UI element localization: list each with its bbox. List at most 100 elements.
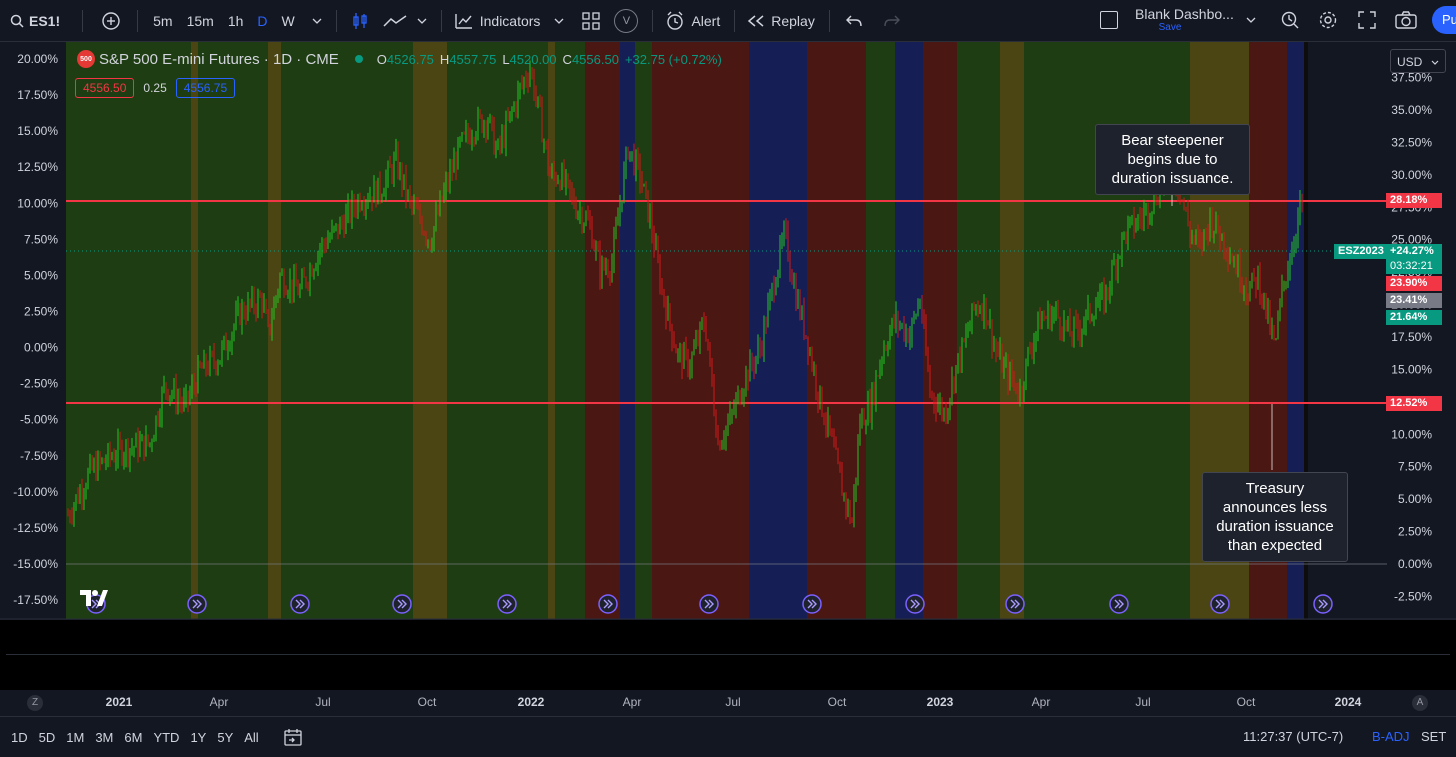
auto-scale-button[interactable]: A [1412,695,1428,711]
left-axis-tick: -17.50% [13,593,58,607]
range-ytd[interactable]: YTD [153,730,179,745]
legend-c-value: 4556.50 [571,51,619,67]
symbol-label: ES1! [29,12,61,29]
interval-selector: 5m 15m 1h D W [146,0,302,41]
time-label: 2023 [926,695,954,709]
lower-line-tag: 12.52% [1386,396,1442,411]
currency-selector[interactable]: USD [1390,49,1446,73]
regime-band [895,42,923,619]
publish-button[interactable]: Pu [1432,6,1456,34]
calendar-goto-icon[interactable] [283,727,303,747]
chart-legend: 500 S&P 500 E-mini Futures · 1D · CME O … [77,50,722,68]
range-all[interactable]: All [244,730,258,745]
replay-button[interactable]: Replay [747,0,815,41]
symbol-logo: 500 [77,50,95,68]
quick-search-icon[interactable] [1280,10,1300,30]
indicators-icon [455,13,472,29]
fullscreen-icon[interactable] [1358,11,1376,29]
last-price-tag: +24.27% [1386,244,1442,259]
currency-label: USD [1397,55,1423,69]
range-5y[interactable]: 5Y [217,730,233,745]
v-badge[interactable]: V [614,8,639,33]
right-axis-tick: 2.50% [1398,525,1432,539]
layout-name[interactable]: Blank Dashbo... Save [1135,6,1245,33]
time-axis[interactable]: Z 2021 Apr Jul Oct 2022 Apr Jul Oct 2023 Apr Jul Oc… [0,690,1456,716]
legend-title[interactable]: S&P 500 E-mini Futures · 1D · CME [99,51,339,68]
divider [828,9,830,32]
interval-1h[interactable]: 1h [228,13,244,29]
range-6m[interactable]: 6M [124,730,142,745]
chevron-down-icon[interactable] [1246,17,1256,23]
regime-band [957,42,1000,619]
left-axis-tick: 15.00% [17,124,58,138]
left-axis-tick: 7.50% [24,232,58,246]
legend-h-value: 4557.75 [449,51,497,67]
chevron-down-icon[interactable] [312,18,322,24]
divider [82,9,84,32]
alert-button[interactable]: Alert [665,0,720,41]
range-1y[interactable]: 1Y [190,730,206,745]
treasury-note[interactable]: Treasury announces less duration issuanc… [1202,472,1348,562]
left-axis-tick: 10.00% [17,196,58,210]
range-1d[interactable]: 1D [11,730,28,745]
candles-icon[interactable] [351,11,369,31]
interval-d[interactable]: D [257,13,267,29]
symbol-tag: ESZ2023 [1334,244,1388,259]
legend-o-label: O [376,51,387,67]
regime-band [413,42,447,619]
time-label: Oct [1236,695,1256,709]
left-axis-tick: -5.00% [20,413,58,427]
compare-add-icon[interactable] [101,11,121,31]
redo-icon[interactable] [884,14,900,28]
left-axis-tick: -12.50% [13,521,58,535]
right-axis-tick: 32.50% [1391,135,1432,149]
alarm-clock-icon [667,11,684,30]
adjustment-toggle[interactable]: B-ADJ [1372,729,1410,744]
divider [440,9,442,32]
interval-5m[interactable]: 5m [153,13,172,29]
range-5d[interactable]: 5D [39,730,56,745]
indicators-button[interactable]: Indicators [454,0,540,41]
interval-w[interactable]: W [282,13,295,29]
sell-price-button[interactable]: 4556.50 [75,78,135,98]
regime-band [866,42,895,619]
range-3m[interactable]: 3M [95,730,113,745]
symbol-search[interactable]: ES1! [10,0,60,41]
left-axis-tick: -10.00% [13,485,58,499]
right-axis-tick: 15.00% [1391,362,1432,376]
time-label: Apr [209,695,229,709]
price-tag-red: 23.90% [1386,276,1442,291]
chevron-down-icon[interactable] [417,18,427,24]
session-toggle[interactable]: SET [1421,729,1446,744]
legend-change: +32.75 (+0.72%) [624,51,722,67]
clock[interactable]: 11:27:37 (UTC-7) [1243,729,1343,744]
regime-band [923,42,957,619]
bear-steepener-note[interactable]: Bear steepener begins due to duration is… [1095,124,1250,195]
layouts-grid-icon[interactable] [582,11,601,30]
chevron-down-icon[interactable] [554,18,564,24]
time-label: Jul [725,695,741,709]
right-axis-tick: 0.00% [1398,557,1432,571]
camera-icon[interactable] [1395,10,1417,30]
countdown-tag: 03:32:21 [1386,259,1442,274]
interval-15m[interactable]: 15m [187,13,214,29]
time-label: Jul [1135,695,1151,709]
buy-price-button[interactable]: 4556.75 [175,78,236,98]
divider [734,9,736,32]
regime-band [198,42,268,619]
line-chart-icon[interactable] [383,14,407,28]
price-tag-green: 21.64% [1386,310,1442,325]
gear-icon[interactable] [1318,10,1338,30]
range-1m[interactable]: 1M [66,730,84,745]
time-label: Apr [1031,695,1051,709]
tradingview-logo[interactable] [79,588,109,613]
left-axis-tick: 12.50% [17,160,58,174]
zoom-button[interactable]: Z [27,695,43,711]
right-axis-tick: 5.00% [1398,492,1432,506]
undo-icon[interactable] [845,14,862,28]
divider [137,9,139,32]
right-axis-tick: 7.50% [1398,460,1432,474]
legend-h-label: H [439,51,450,67]
regime-band [555,42,585,619]
left-axis-tick: -7.50% [20,449,58,463]
